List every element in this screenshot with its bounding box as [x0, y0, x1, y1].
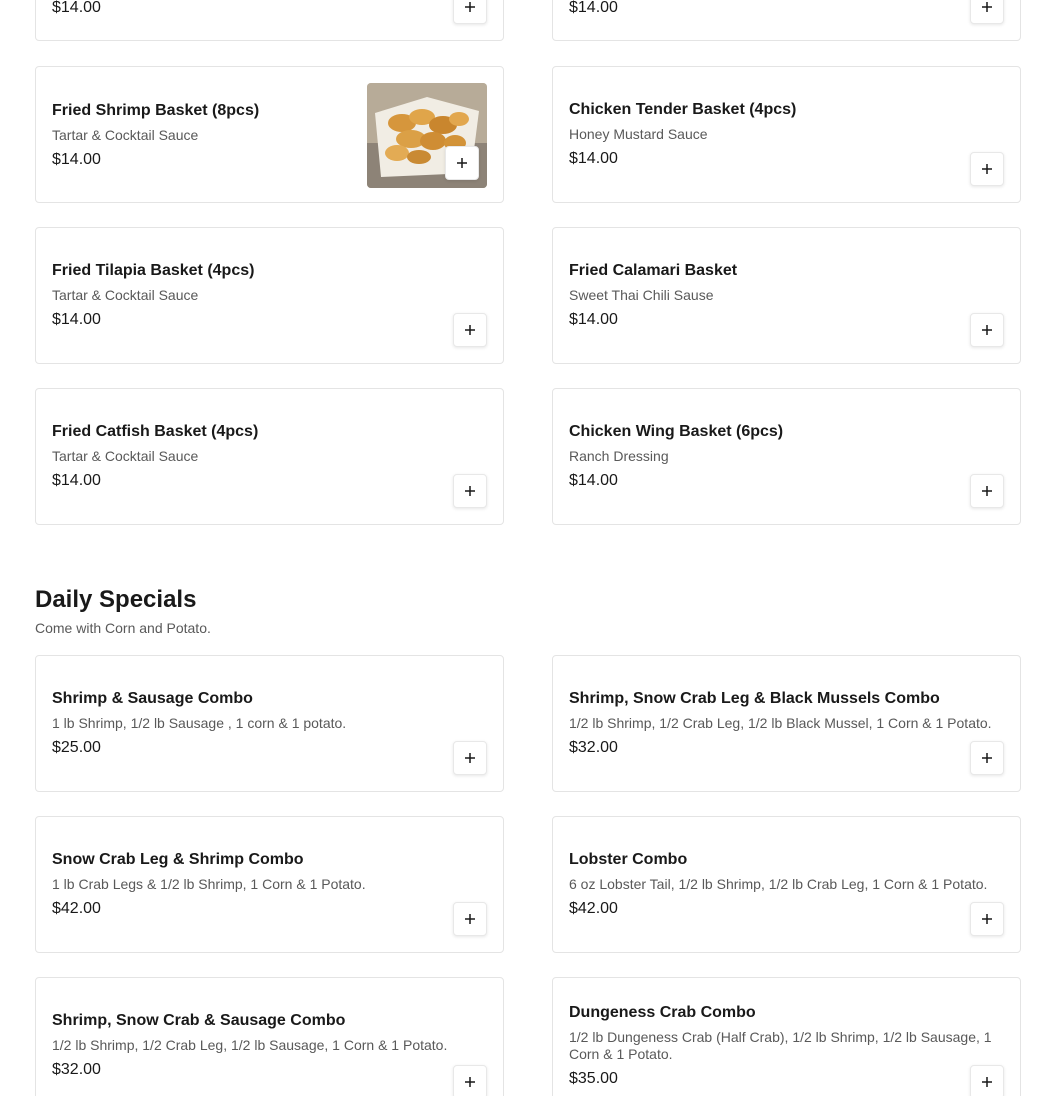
item-title: Shrimp, Snow Crab Leg & Black Mussels Co… [569, 690, 940, 707]
item-price: $14.00 [569, 0, 618, 16]
item-price: $32.00 [52, 1061, 101, 1078]
plus-icon [465, 325, 475, 335]
plus-icon [465, 2, 475, 12]
item-title: Fried Calamari Basket [569, 262, 738, 279]
item-description: 1/2 lb Shrimp, 1/2 Crab Leg, 1/2 lb Saus… [52, 1037, 448, 1053]
item-price: $14.00 [52, 472, 101, 489]
item-title: Chicken Tender Basket (4pcs) [569, 101, 797, 118]
item-description: Sweet Thai Chili Sause [569, 287, 714, 303]
plus-icon [982, 486, 992, 496]
item-description: 1 lb Shrimp, 1/2 lb Sausage , 1 corn & 1… [52, 715, 347, 731]
plus-icon [982, 914, 992, 924]
add-to-cart-button[interactable] [970, 474, 1004, 508]
menu-item-card[interactable]: $14.00 [35, 0, 504, 41]
item-price: $42.00 [52, 900, 101, 917]
add-to-cart-button[interactable] [453, 313, 487, 347]
plus-icon [982, 753, 992, 763]
add-to-cart-button[interactable] [970, 1065, 1004, 1096]
menu-item-card[interactable]: Shrimp, Snow Crab Leg & Black Mussels Co… [552, 655, 1021, 792]
item-price: $32.00 [569, 739, 618, 756]
item-description: 1 lb Crab Legs & 1/2 lb Shrimp, 1 Corn &… [52, 876, 366, 892]
add-to-cart-button[interactable] [970, 0, 1004, 24]
add-to-cart-button[interactable] [453, 1065, 487, 1096]
menu-item-card[interactable]: Snow Crab Leg & Shrimp Combo 1 lb Crab L… [35, 816, 504, 953]
item-description: Tartar & Cocktail Sauce [52, 448, 199, 464]
item-price: $14.00 [569, 150, 618, 167]
plus-icon [982, 2, 992, 12]
item-description: 1/2 lb Dungeness Crab (Half Crab), 1/2 l… [569, 1029, 992, 1062]
plus-icon [457, 158, 467, 168]
item-title: Shrimp, Snow Crab & Sausage Combo [52, 1012, 346, 1029]
menu-item-card[interactable]: $14.00 [552, 0, 1021, 41]
add-to-cart-button[interactable] [970, 741, 1004, 775]
item-description: Ranch Dressing [569, 448, 669, 464]
plus-icon [982, 164, 992, 174]
add-to-cart-button[interactable] [970, 152, 1004, 186]
item-price: $42.00 [569, 900, 618, 917]
add-to-cart-button[interactable] [453, 0, 487, 24]
plus-icon [982, 325, 992, 335]
add-to-cart-button[interactable] [453, 474, 487, 508]
menu-item-card[interactable]: Fried Catfish Basket (4pcs) Tartar & Coc… [35, 388, 504, 525]
item-price: $14.00 [52, 311, 101, 328]
plus-icon [982, 1077, 992, 1087]
item-title: Snow Crab Leg & Shrimp Combo [52, 851, 304, 868]
item-title: Dungeness Crab Combo [569, 1004, 756, 1021]
item-description: Tartar & Cocktail Sauce [52, 287, 199, 303]
plus-icon [465, 1077, 475, 1087]
menu-item-card[interactable]: Fried Calamari Basket Sweet Thai Chili S… [552, 227, 1021, 364]
add-to-cart-button[interactable] [453, 741, 487, 775]
menu-item-card[interactable]: Shrimp, Snow Crab & Sausage Combo 1/2 lb… [35, 977, 504, 1096]
item-title: Chicken Wing Basket (6pcs) [569, 423, 784, 440]
section-subtitle: Come with Corn and Potato. [35, 620, 211, 636]
item-title: Shrimp & Sausage Combo [52, 690, 253, 707]
item-price: $25.00 [52, 739, 101, 756]
item-title: Fried Catfish Basket (4pcs) [52, 423, 259, 440]
menu-item-card[interactable]: Lobster Combo 6 oz Lobster Tail, 1/2 lb … [552, 816, 1021, 953]
plus-icon [465, 753, 475, 763]
menu-item-card[interactable]: Fried Shrimp Basket (8pcs) Tartar & Cock… [35, 66, 504, 203]
item-price: $35.00 [569, 1070, 618, 1087]
item-price: $14.00 [52, 0, 101, 16]
item-price: $14.00 [569, 472, 618, 489]
menu-item-card[interactable]: Shrimp & Sausage Combo 1 lb Shrimp, 1/2 … [35, 655, 504, 792]
add-to-cart-button[interactable] [970, 902, 1004, 936]
fried-shrimp-photo [367, 83, 487, 188]
menu-item-card[interactable]: Fried Tilapia Basket (4pcs) Tartar & Coc… [35, 227, 504, 364]
add-to-cart-button[interactable] [970, 313, 1004, 347]
add-to-cart-button[interactable] [445, 146, 479, 180]
item-description: 1/2 lb Shrimp, 1/2 Crab Leg, 1/2 lb Blac… [569, 715, 992, 731]
item-description: Tartar & Cocktail Sauce [52, 127, 199, 143]
item-price: $14.00 [52, 151, 101, 168]
item-title: Fried Tilapia Basket (4pcs) [52, 262, 255, 279]
item-title: Lobster Combo [569, 851, 688, 868]
item-price: $14.00 [569, 311, 618, 328]
menu-item-card[interactable]: Dungeness Crab Combo 1/2 lb Dungeness Cr… [552, 977, 1021, 1096]
plus-icon [465, 486, 475, 496]
menu-item-card[interactable]: Chicken Wing Basket (6pcs) Ranch Dressin… [552, 388, 1021, 525]
menu-item-card[interactable]: Chicken Tender Basket (4pcs) Honey Musta… [552, 66, 1021, 203]
add-to-cart-button[interactable] [453, 902, 487, 936]
item-title: Fried Shrimp Basket (8pcs) [52, 102, 260, 119]
item-description: 6 oz Lobster Tail, 1/2 lb Shrimp, 1/2 lb… [569, 876, 988, 892]
section-title: Daily Specials [35, 586, 197, 613]
plus-icon [465, 914, 475, 924]
item-description: Honey Mustard Sauce [569, 126, 708, 142]
